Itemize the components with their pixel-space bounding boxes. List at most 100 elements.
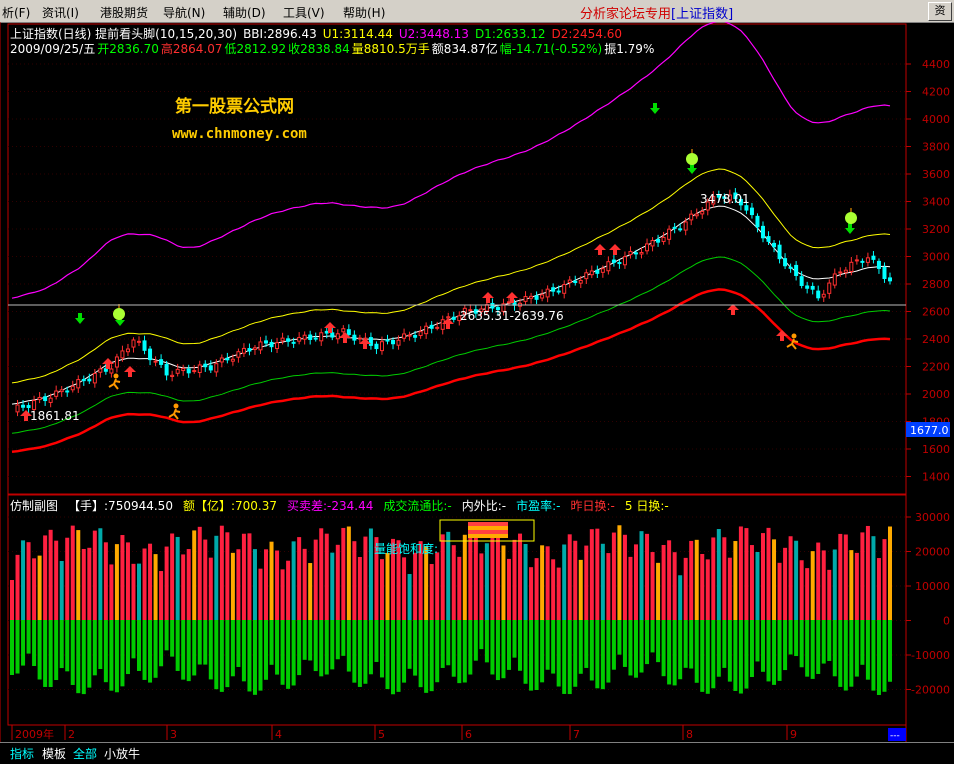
price-tick-label: 3200 (922, 223, 950, 236)
candle-body (308, 334, 313, 340)
price-tick-label: 2400 (922, 333, 950, 346)
candle-body (385, 339, 390, 342)
chart-area[interactable]: 4400 4200 4000 3800 3600 3400 3200 3000 2800 2600… (0, 20, 954, 742)
volume-down-bar (738, 620, 743, 694)
kline-chart[interactable]: 4400 4200 4000 3800 3600 3400 3200 3000 2800 2600… (0, 20, 954, 742)
sub-value-8: 5 日换:- (624, 499, 669, 513)
candle-body (54, 390, 59, 397)
runner-icon (168, 408, 181, 420)
candle-body (26, 405, 31, 408)
menu-item-news[interactable]: 资讯(I) (42, 4, 79, 21)
candle-body (258, 341, 263, 351)
volume-up-bar (402, 557, 407, 620)
tab-xiaofangniu[interactable]: 小放牛 (104, 745, 140, 762)
volume-up-bar (540, 545, 545, 620)
candle-body (567, 279, 572, 283)
volume-up-bar (424, 546, 429, 620)
volume-up-bar (716, 529, 721, 620)
watermark-url: www.chnmoney.com (172, 126, 307, 142)
menu-item-help[interactable]: 帮助(H) (343, 4, 385, 21)
volume-down-bar (805, 620, 810, 677)
volume-down-bar (529, 620, 534, 691)
volume-up-bar (473, 532, 478, 620)
menu-item-analysis[interactable]: 析(F) (2, 4, 30, 21)
volume-up-bar (578, 559, 583, 620)
volume-down-bar (385, 620, 390, 690)
volume-up-bar (606, 553, 611, 620)
quote-value-2: 高2864.07 (160, 42, 223, 56)
volume-up-bar (241, 533, 246, 620)
candle-body (335, 333, 340, 340)
candle-body (805, 285, 810, 289)
volume-up-bar (330, 552, 335, 620)
candle-body (838, 271, 843, 274)
volume-up-bar (766, 527, 771, 620)
volume-down-bar (462, 620, 467, 683)
runner-icon (173, 403, 179, 409)
volume-down-bar (700, 620, 705, 692)
volume-up-bar (379, 559, 384, 620)
tab-indicator[interactable]: 指标 (10, 745, 34, 762)
candle-body (87, 378, 92, 382)
candle-body (772, 242, 777, 248)
volume-down-bar (413, 620, 418, 676)
volume-down-bar (286, 620, 291, 689)
volume-up-bar (656, 562, 661, 620)
volume-down-bar (854, 620, 859, 677)
volume-down-bar (595, 620, 600, 689)
price-tick-label: 4400 (922, 58, 950, 71)
volume-down-bar (479, 620, 484, 650)
apple-stem (850, 208, 852, 212)
menu-item-tools[interactable]: 工具(V) (283, 4, 325, 21)
menu-item-hk-futures[interactable]: 港股期货 (100, 4, 148, 21)
volume-up-bar (192, 530, 197, 620)
volume-up-bar (225, 532, 230, 620)
time-tick-label: 8 (686, 728, 693, 741)
volume-up-bar (269, 541, 274, 620)
candle-body (70, 385, 75, 391)
volume-up-bar (413, 552, 418, 620)
current-price-label: 1677.0 (910, 424, 949, 437)
candle-body (346, 329, 351, 336)
candle-body (810, 285, 815, 290)
volume-up-bar (645, 533, 650, 620)
candle-body (611, 259, 616, 263)
price-tick-label: 3400 (922, 196, 950, 209)
volume-up-bar (170, 533, 175, 620)
volume-up-bar (368, 528, 373, 620)
quote-value-0: 2009/09/25/五 (10, 42, 96, 56)
volume-up-bar (805, 568, 810, 620)
volume-down-bar (755, 620, 760, 662)
apple-icon (686, 153, 698, 165)
info-button[interactable]: 资 (928, 2, 952, 21)
menu-item-assist[interactable]: 辅助(D) (223, 4, 266, 21)
price-tick-label: 1600 (922, 443, 950, 456)
volume-down-bar (545, 620, 550, 670)
price-tick-label: 4200 (922, 86, 950, 99)
candle-body (76, 379, 81, 389)
buy-arrow-icon (124, 366, 136, 377)
volume-down-bar (236, 620, 241, 667)
volume-down-bar (43, 620, 48, 687)
candle-body (357, 337, 362, 340)
volume-down-bar (208, 620, 213, 680)
volume-up-bar (876, 558, 881, 620)
menu-item-navigate[interactable]: 导航(N) (163, 4, 205, 21)
tab-template[interactable]: 模板 (42, 745, 66, 762)
candle-body (584, 272, 589, 280)
volume-down-bar (407, 620, 412, 669)
tab-all[interactable]: 全部 (73, 745, 97, 762)
promo-index[interactable]: [上证指数] (671, 7, 733, 22)
volume-up-bar (43, 535, 48, 620)
indicator-value-4: D1:2633.12 (474, 27, 546, 41)
volume-down-bar (48, 620, 53, 688)
volume-up-bar (26, 542, 31, 620)
volume-up-bar (534, 558, 539, 620)
time-tick-label: 9 (790, 728, 797, 741)
volume-up-bar (462, 534, 467, 620)
candle-body (120, 350, 125, 359)
volume-up-bar (556, 567, 561, 620)
volume-up-bar (125, 542, 130, 620)
candle-body (103, 368, 108, 372)
candle-body (683, 221, 688, 231)
